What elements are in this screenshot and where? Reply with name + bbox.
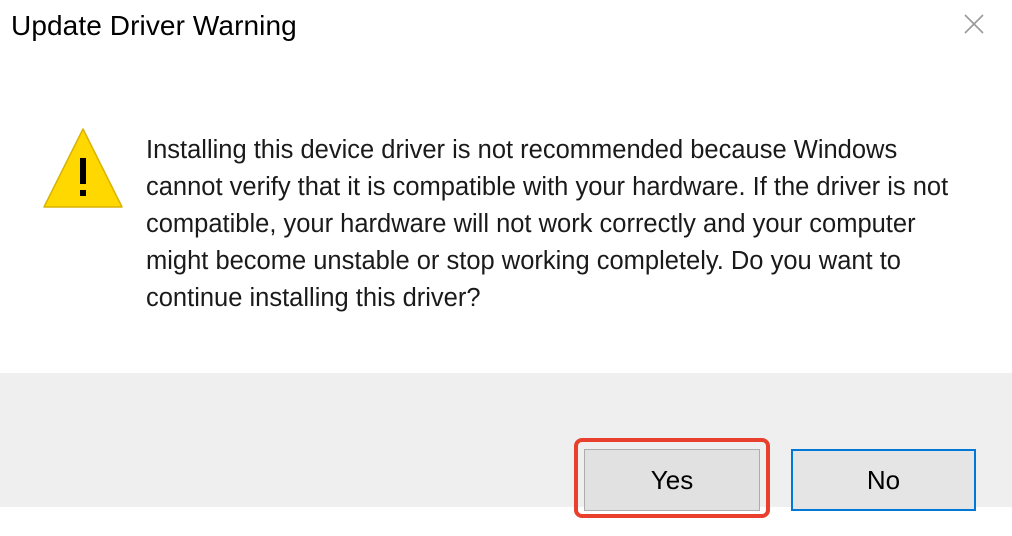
close-button[interactable] [958, 8, 990, 40]
close-icon [964, 14, 984, 34]
no-button[interactable]: No [791, 449, 976, 511]
dialog-title: Update Driver Warning [11, 10, 297, 41]
warning-icon [43, 128, 123, 208]
update-driver-warning-dialog: Update Driver Warning Installing this de… [0, 0, 1012, 536]
warning-message: Installing this device driver is not rec… [146, 136, 949, 312]
yes-button[interactable]: Yes [584, 449, 760, 511]
title-bar: Update Driver Warning [0, 0, 1012, 60]
